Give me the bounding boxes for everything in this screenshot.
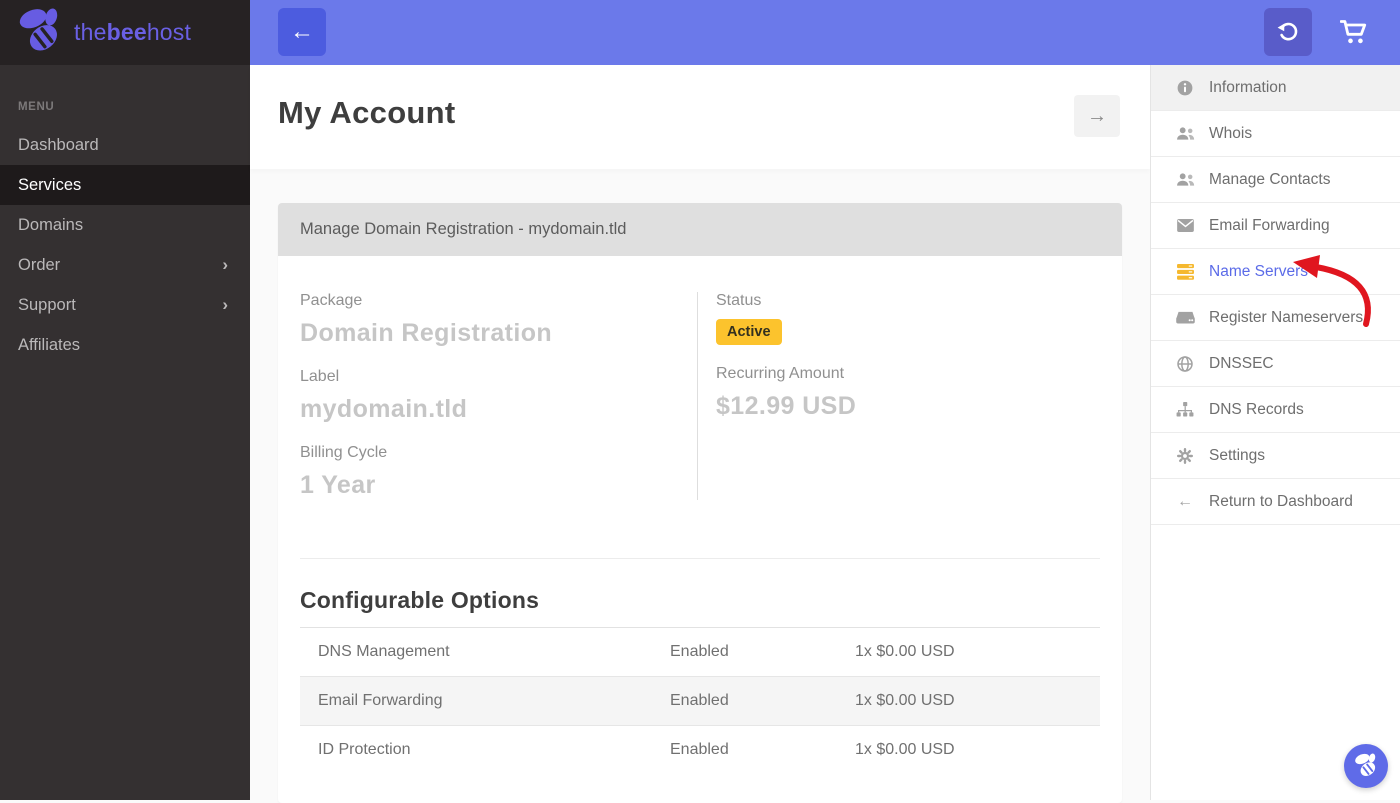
option-name: DNS Management xyxy=(318,643,450,660)
domain-card: Manage Domain Registration - mydomain.tl… xyxy=(278,203,1122,803)
label-label: Label xyxy=(300,368,340,385)
panel-item-return-to-dashboard[interactable]: ← Return to Dashboard xyxy=(1151,479,1400,525)
panel-item-dns-records[interactable]: DNS Records xyxy=(1151,387,1400,433)
recurring-amount-value: $12.99 USD xyxy=(716,392,857,420)
main-content: My Account → Manage Domain Registration … xyxy=(250,65,1150,803)
panel-item-whois[interactable]: Whois xyxy=(1151,111,1400,157)
panel-item-email-forwarding[interactable]: Email Forwarding xyxy=(1151,203,1400,249)
table-row: Email Forwarding Enabled 1x $0.00 USD xyxy=(300,677,1100,726)
panel-item-register-nameservers[interactable]: Register Nameservers xyxy=(1151,295,1400,341)
left-sidebar: thebeehost MENU Dashboard Services Domai… xyxy=(0,0,250,800)
option-price: 1x $0.00 USD xyxy=(855,692,955,709)
support-widget-button[interactable] xyxy=(1344,744,1388,788)
page-header: My Account → xyxy=(250,65,1150,169)
chevron-right-icon: › xyxy=(222,255,228,274)
undo-button[interactable] xyxy=(1264,8,1312,56)
table-row: ID Protection Enabled 1x $0.00 USD xyxy=(300,726,1100,774)
option-price: 1x $0.00 USD xyxy=(855,643,955,660)
menu-section-label: MENU xyxy=(18,101,55,113)
details-left-column: Package Domain Registration Label mydoma… xyxy=(300,292,697,500)
sidebar-item-affiliates[interactable]: Affiliates xyxy=(0,325,250,365)
arrow-left-icon: ← xyxy=(1177,492,1193,510)
card-header: Manage Domain Registration - mydomain.tl… xyxy=(278,203,1122,256)
sidebar-item-order[interactable]: Order › xyxy=(0,245,250,285)
bee-logo-icon xyxy=(14,5,66,60)
option-name: Email Forwarding xyxy=(318,692,443,709)
brand-name: thebeehost xyxy=(74,19,192,45)
domain-actions-panel: Information Whois Manage Contacts Email … xyxy=(1150,65,1400,800)
options-table: DNS Management Enabled 1x $0.00 USD Emai… xyxy=(300,627,1100,774)
details-right-column: Status Active Recurring Amount $12.99 US… xyxy=(697,292,1100,500)
sidebar-item-domains[interactable]: Domains xyxy=(0,205,250,245)
status-label: Status xyxy=(716,292,762,309)
sidebar-item-services[interactable]: Services xyxy=(0,165,250,205)
billing-cycle-value: 1 Year xyxy=(300,471,376,499)
card-body: Package Domain Registration Label mydoma… xyxy=(278,256,1122,794)
table-row: DNS Management Enabled 1x $0.00 USD xyxy=(300,628,1100,677)
bee-icon xyxy=(1352,752,1380,781)
gear-icon xyxy=(1175,447,1195,464)
sidebar-item-support[interactable]: Support › xyxy=(0,285,250,325)
server-list-icon xyxy=(1175,263,1195,280)
cart-icon xyxy=(1339,19,1368,48)
arrow-right-icon: → xyxy=(1087,104,1107,127)
globe-icon xyxy=(1175,355,1195,372)
panel-item-settings[interactable]: Settings xyxy=(1151,433,1400,479)
page-title: My Account xyxy=(278,95,456,130)
section-divider xyxy=(300,558,1100,559)
status-badge: Active xyxy=(716,319,782,345)
info-icon xyxy=(1175,80,1195,96)
billing-cycle-label: Billing Cycle xyxy=(300,444,388,461)
server-icon xyxy=(1175,311,1195,324)
option-name: ID Protection xyxy=(318,741,411,758)
panel-item-name-servers[interactable]: Name Servers xyxy=(1151,249,1400,295)
sidebar-item-dashboard[interactable]: Dashboard xyxy=(0,125,250,165)
option-status: Enabled xyxy=(670,692,729,709)
option-status: Enabled xyxy=(670,741,729,758)
envelope-icon xyxy=(1175,219,1195,232)
panel-item-manage-contacts[interactable]: Manage Contacts xyxy=(1151,157,1400,203)
panel-item-information[interactable]: Information xyxy=(1151,65,1400,111)
recurring-amount-label: Recurring Amount xyxy=(716,365,845,382)
configurable-options-title: Configurable Options xyxy=(300,587,540,613)
panel-item-dnssec[interactable]: DNSSEC xyxy=(1151,341,1400,387)
content-area: Manage Domain Registration - mydomain.tl… xyxy=(250,169,1150,803)
collapse-panel-button[interactable]: → xyxy=(1074,95,1120,137)
package-value: Domain Registration xyxy=(300,319,553,347)
package-label: Package xyxy=(300,292,363,309)
cart-button[interactable] xyxy=(1336,15,1372,51)
option-price: 1x $0.00 USD xyxy=(855,741,955,758)
chevron-right-icon: › xyxy=(222,295,228,314)
back-button[interactable]: ← xyxy=(278,8,326,56)
users-icon xyxy=(1175,172,1195,187)
arrow-left-icon: ← xyxy=(290,18,314,45)
label-value: mydomain.tld xyxy=(300,395,468,423)
domain-details: Package Domain Registration Label mydoma… xyxy=(300,256,1100,558)
option-status: Enabled xyxy=(670,643,729,660)
sitemap-icon xyxy=(1175,402,1195,417)
undo-icon xyxy=(1276,19,1300,46)
users-icon xyxy=(1175,126,1195,141)
topbar: ← xyxy=(250,0,1400,65)
logo[interactable]: thebeehost xyxy=(0,0,250,65)
